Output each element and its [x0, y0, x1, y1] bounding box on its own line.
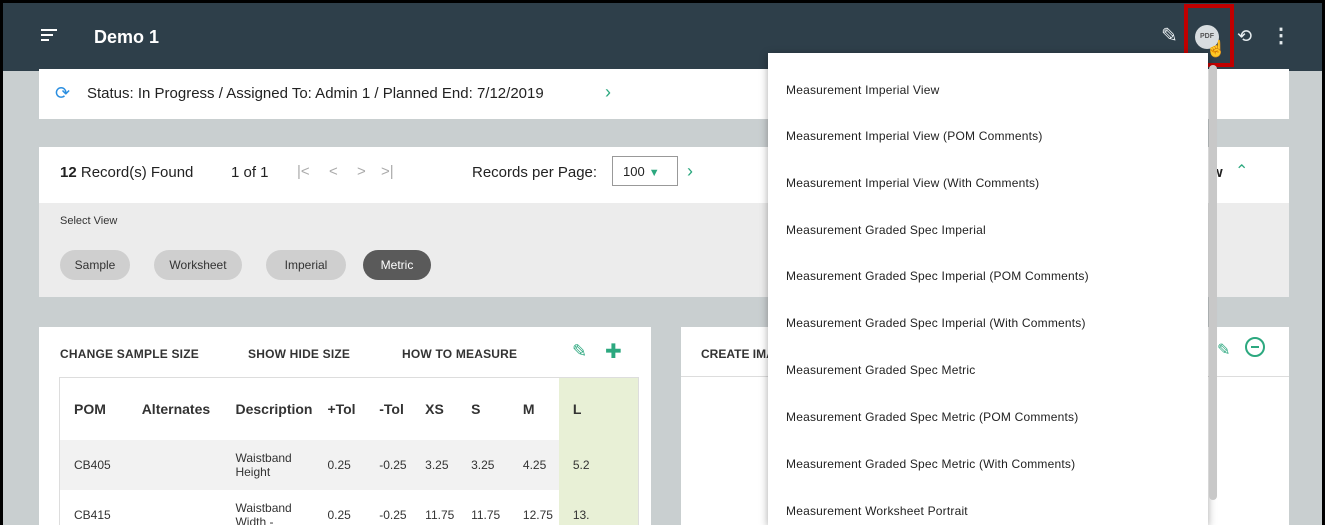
measurement-table: POM Alternates Description +Tol -Tol XS … [59, 377, 639, 525]
minus-circle-icon[interactable] [1245, 337, 1265, 357]
s-cell: 3.25 [457, 440, 509, 490]
plus-tol-cell: 0.25 [313, 440, 366, 490]
chevron-up-icon[interactable]: ⌃ [1235, 161, 1248, 181]
description-cell: Waistband Width - [221, 490, 314, 525]
next-page-button[interactable]: > [357, 163, 366, 180]
pencil-icon[interactable]: ✎ [1161, 25, 1178, 47]
plus-tol-cell: 0.25 [313, 490, 366, 525]
column-header[interactable]: L [558, 378, 638, 440]
select-view-label: Select View [60, 215, 118, 227]
records-per-page-value: 100 [623, 164, 645, 179]
view-imperial-button[interactable]: Imperial [266, 250, 346, 280]
prev-page-button[interactable]: < [329, 163, 338, 180]
minus-tol-cell: -0.25 [365, 440, 412, 490]
description-line: Height [235, 465, 271, 479]
page-title: Demo 1 [94, 27, 160, 47]
column-header[interactable]: -Tol [365, 378, 411, 440]
column-header[interactable]: Description [221, 378, 313, 440]
column-header[interactable]: +Tol [313, 378, 365, 440]
pencil-icon[interactable]: ✎ [572, 341, 587, 362]
last-page-button[interactable]: >| [381, 163, 394, 180]
menu-item-imperial-view-pom-comments[interactable]: Measurement Imperial View (POM Comments) [786, 129, 1043, 143]
description-line: Waistband [235, 501, 292, 515]
xs-cell: 11.75 [411, 490, 458, 525]
pom-cell: CB405 [60, 440, 128, 490]
history-icon[interactable]: ⟲ [1237, 25, 1252, 47]
column-header[interactable]: POM [60, 378, 128, 440]
menu-item-graded-spec-imperial-with-comments[interactable]: Measurement Graded Spec Imperial (With C… [786, 316, 1086, 330]
status-text: Status: In Progress / Assigned To: Admin… [87, 85, 544, 102]
create-image-title[interactable]: CREATE IMA [701, 347, 775, 361]
show-hide-size-link[interactable]: SHOW HIDE SIZE [248, 347, 350, 361]
description-line: Waistband [235, 451, 292, 465]
change-sample-size-link[interactable]: CHANGE SAMPLE SIZE [60, 347, 199, 361]
pdf-export-menu: Measurement Imperial View Measurement Im… [768, 53, 1208, 525]
more-vertical-icon[interactable]: ⋮ [1271, 25, 1291, 47]
menu-item-imperial-view[interactable]: Measurement Imperial View [786, 83, 940, 97]
menu-item-worksheet-portrait[interactable]: Measurement Worksheet Portrait [786, 504, 968, 518]
measurement-table-card: CHANGE SAMPLE SIZE SHOW HIDE SIZE HOW TO… [39, 327, 651, 525]
m-cell: 12.75 [508, 490, 559, 525]
menu-item-graded-spec-metric-pom-comments[interactable]: Measurement Graded Spec Metric (POM Comm… [786, 410, 1078, 424]
page-indicator: 1 of 1 [231, 164, 269, 181]
menu-icon[interactable] [41, 29, 57, 43]
view-worksheet-button[interactable]: Worksheet [154, 250, 242, 280]
alternates-cell [127, 440, 222, 490]
menu-item-graded-spec-imperial[interactable]: Measurement Graded Spec Imperial [786, 223, 986, 237]
description-cell: Waistband Height [221, 440, 314, 490]
chevron-right-icon[interactable]: › [605, 82, 611, 103]
record-count-label: Record(s) Found [76, 164, 194, 181]
records-per-page-select[interactable]: 100 ▼ [612, 156, 678, 186]
alternates-cell [127, 490, 222, 525]
view-sample-button[interactable]: Sample [60, 250, 130, 280]
menu-item-graded-spec-imperial-pom-comments[interactable]: Measurement Graded Spec Imperial (POM Co… [786, 269, 1089, 283]
record-count: 12 Record(s) Found [60, 164, 193, 181]
minus-tol-cell: -0.25 [365, 490, 412, 525]
l-cell: 13. [558, 490, 638, 525]
column-header[interactable]: S [457, 378, 509, 440]
how-to-measure-link[interactable]: HOW TO MEASURE [402, 347, 517, 361]
menu-item-graded-spec-metric[interactable]: Measurement Graded Spec Metric [786, 363, 975, 377]
table-header-row: POM Alternates Description +Tol -Tol XS … [60, 378, 638, 440]
column-header[interactable]: XS [411, 378, 457, 440]
refresh-icon: ⟳ [55, 83, 71, 103]
menu-scrollbar[interactable] [1209, 65, 1217, 500]
records-per-page-label: Records per Page: [472, 164, 598, 181]
l-cell: 5.2 [558, 440, 638, 490]
menu-item-imperial-view-with-comments[interactable]: Measurement Imperial View (With Comments… [786, 176, 1039, 190]
table-row[interactable]: CB405 Waistband Height 0.25 -0.25 3.25 3.… [60, 440, 638, 490]
description-line: Width - [235, 515, 274, 525]
pencil-icon[interactable]: ✎ [1217, 340, 1230, 360]
pom-cell: CB415 [60, 490, 128, 525]
menu-item-graded-spec-metric-with-comments[interactable]: Measurement Graded Spec Metric (With Com… [786, 457, 1075, 471]
table-row[interactable]: CB415 Waistband Width - 0.25 -0.25 11.75 … [60, 490, 638, 525]
chevron-right-icon[interactable]: › [687, 161, 693, 182]
first-page-button[interactable]: |< [297, 163, 310, 180]
column-header[interactable]: Alternates [128, 378, 222, 440]
puzzle-icon[interactable]: ✚ [605, 339, 622, 364]
record-count-number: 12 [60, 164, 77, 181]
app-frame: Demo 1 ✎ PDF ☝ ⟲ ⋮ ⟳ Status: In Progress… [3, 3, 1322, 525]
view-metric-button[interactable]: Metric [363, 250, 431, 280]
dropdown-arrow-icon: ▼ [648, 167, 660, 179]
m-cell: 4.25 [508, 440, 559, 490]
s-cell: 11.75 [457, 490, 509, 525]
xs-cell: 3.25 [411, 440, 458, 490]
column-header[interactable]: M [509, 378, 559, 440]
